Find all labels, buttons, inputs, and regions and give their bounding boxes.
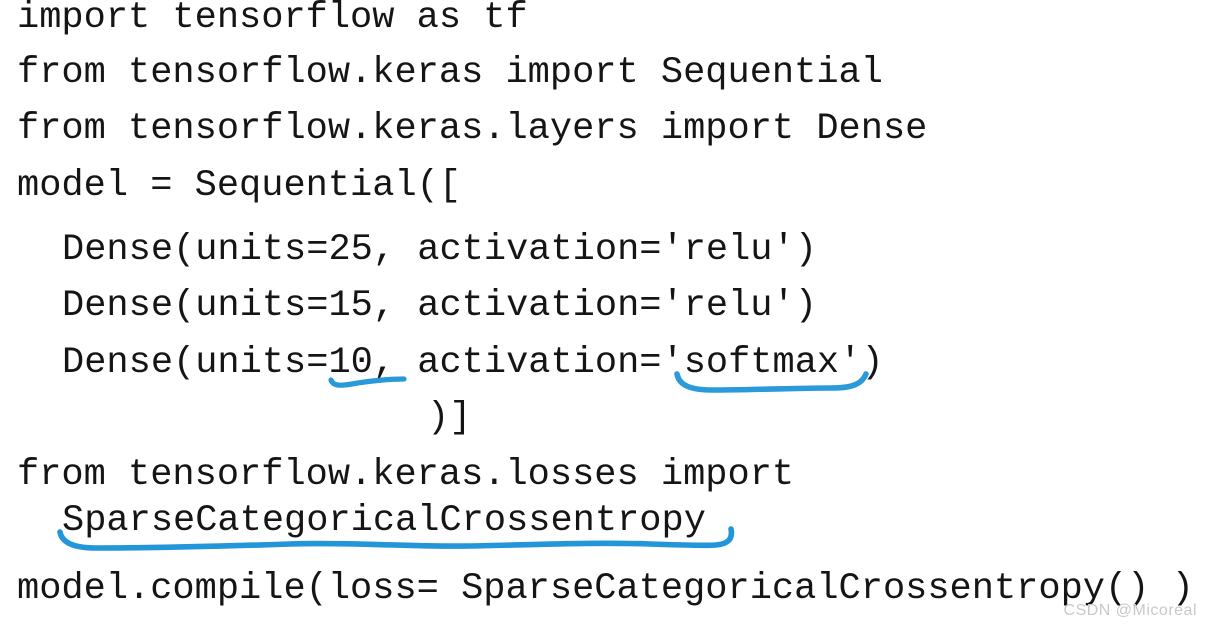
code-screenshot: import tensorflow as tf from tensorflow.… <box>0 0 1205 624</box>
code-line: from tensorflow.keras import Sequential <box>17 52 883 94</box>
code-line: Dense(units=15, activation='relu') <box>62 285 817 327</box>
code-line: from tensorflow.keras.losses import <box>17 454 795 496</box>
code-line: Dense(units=25, activation='relu') <box>62 229 817 271</box>
code-line: model = Sequential([ <box>17 165 462 207</box>
code-line: from tensorflow.keras.layers import Dens… <box>17 108 928 150</box>
watermark: CSDN @Micoreal <box>1063 602 1197 619</box>
code-line: Dense(units=10, activation='softmax') <box>62 342 884 384</box>
code-line: )] <box>427 397 472 439</box>
code-line: SparseCategoricalCrossentropy <box>62 500 706 542</box>
code-line: model.compile(loss= SparseCategoricalCro… <box>17 568 1194 610</box>
code-line: import tensorflow as tf <box>17 0 528 39</box>
